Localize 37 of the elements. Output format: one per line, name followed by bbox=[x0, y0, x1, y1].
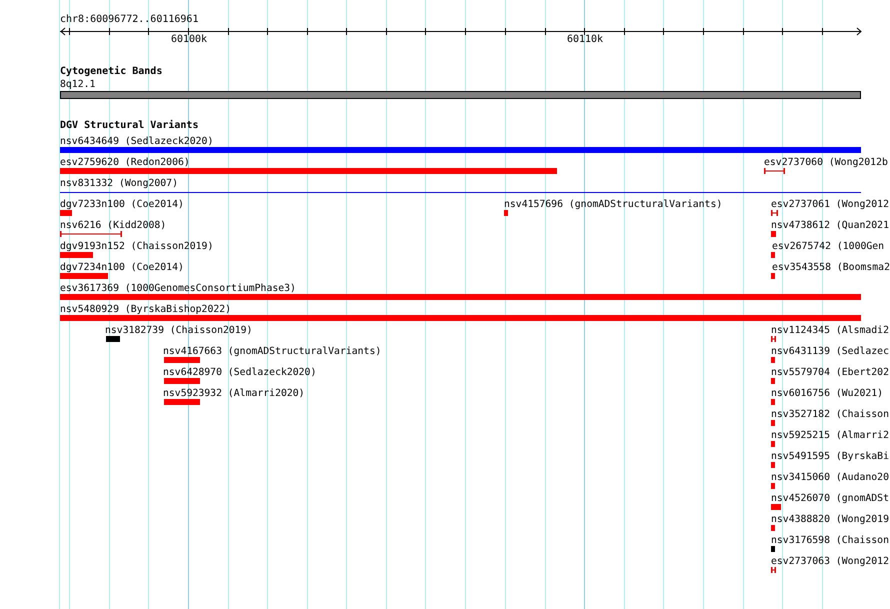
tick-label: 60110k bbox=[566, 34, 604, 46]
feature-label[interactable]: esv2737063 (Wong2012 bbox=[771, 556, 889, 567]
feature-label[interactable]: dgv7234n100 (Coe2014) bbox=[60, 262, 184, 273]
feature-label[interactable]: nsv5579704 (Ebert202 bbox=[771, 367, 889, 378]
tick-label: 60100k bbox=[170, 34, 208, 46]
feature-label[interactable]: esv2675742 (1000Gen bbox=[772, 241, 884, 252]
feature-label[interactable]: nsv5491595 (ByrskaBi bbox=[771, 451, 889, 462]
track-title: DGV Structural Variants bbox=[60, 120, 198, 132]
feature-label[interactable]: nsv831332 (Wong2007) bbox=[60, 178, 178, 189]
feature-label[interactable]: nsv6016756 (Wu2021) bbox=[771, 388, 884, 399]
feature-label[interactable]: dgv7233n100 (Coe2014) bbox=[60, 199, 184, 210]
feature-label[interactable]: esv2759620 (Redon2006) bbox=[60, 157, 190, 168]
feature-label[interactable]: nsv5925215 (Almarri2 bbox=[771, 430, 889, 441]
feature-label[interactable]: esv3617369 (1000GenomesConsortiumPhase3) bbox=[60, 283, 296, 294]
feature-label[interactable]: nsv1124345 (Alsmadi2 bbox=[771, 325, 889, 336]
feature-label[interactable]: esv3543558 (Boomsma2 bbox=[772, 262, 890, 273]
feature-label[interactable]: nsv4738612 (Quan2021 bbox=[771, 220, 889, 231]
feature-label[interactable]: nsv5923932 (Almarri2020) bbox=[163, 388, 305, 399]
feature-label[interactable]: nsv3182739 (Chaisson2019) bbox=[105, 325, 252, 336]
feature-label[interactable]: nsv3176598 (Chaisson bbox=[771, 535, 889, 546]
feature-label[interactable]: nsv4157696 (gnomADStructuralVariants) bbox=[504, 199, 722, 210]
feature-label[interactable]: nsv4167663 (gnomADStructuralVariants) bbox=[163, 346, 382, 357]
feature-label[interactable]: nsv4388820 (Wong2019 bbox=[771, 514, 889, 525]
feature-label[interactable]: nsv6434649 (Sedlazeck2020) bbox=[60, 136, 214, 147]
band-label[interactable]: 8q12.1 bbox=[60, 79, 96, 90]
feature-label[interactable]: nsv3415060 (Audano20 bbox=[771, 472, 889, 483]
feature-label[interactable]: esv2737061 (Wong2012 bbox=[771, 199, 889, 210]
feature-label[interactable]: nsv5480929 (ByrskaBishop2022) bbox=[60, 304, 232, 315]
feature-label[interactable]: nsv6428970 (Sedlazeck2020) bbox=[163, 367, 316, 378]
feature-label[interactable]: nsv4526070 (gnomADSt bbox=[771, 493, 889, 504]
feature-label[interactable]: esv2737060 (Wong2012b bbox=[764, 157, 888, 168]
location-text: chr8:60096772..60116961 bbox=[60, 14, 198, 26]
feature-label[interactable]: nsv3527182 (Chaisson bbox=[771, 409, 889, 420]
feature-label[interactable]: nsv6216 (Kidd2008) bbox=[60, 220, 166, 231]
feature-label[interactable]: nsv6431139 (Sedlazec bbox=[771, 346, 889, 357]
track-title: Cytogenetic Bands bbox=[60, 66, 162, 78]
feature-label[interactable]: dgv9193n152 (Chaisson2019) bbox=[60, 241, 214, 252]
